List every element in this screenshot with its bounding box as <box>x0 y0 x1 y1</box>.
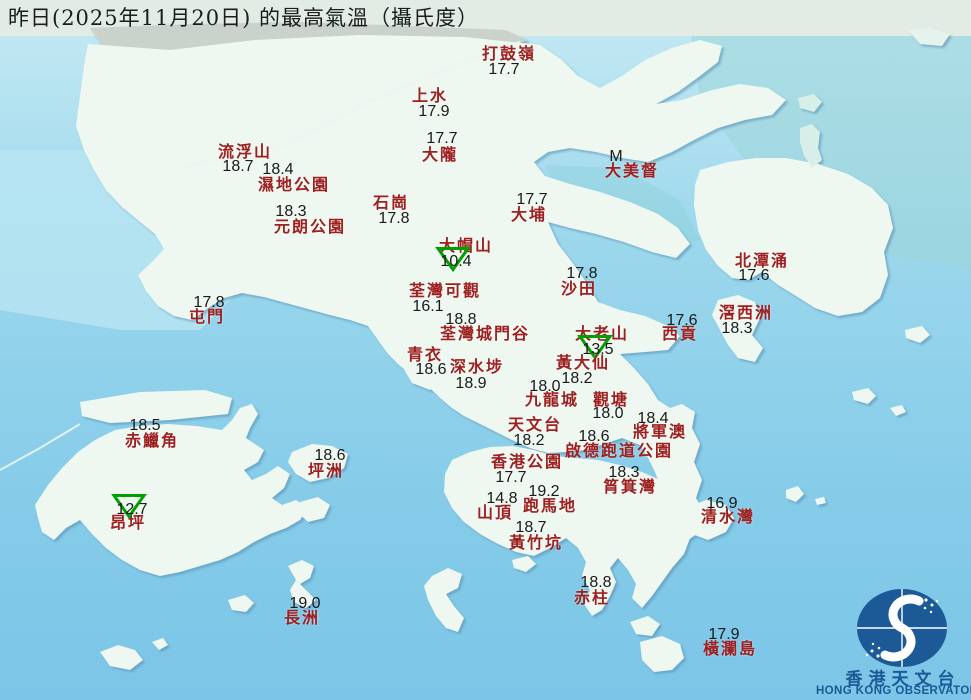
station-name: 大埔 <box>510 205 548 224</box>
station-value: 16.9 <box>706 495 738 512</box>
station-value: 14.8 <box>486 490 518 507</box>
station-name: 元朗公園 <box>273 217 347 236</box>
station-name: 荃灣可觀 <box>408 281 482 300</box>
station-value: 18.7 <box>515 519 547 536</box>
station-name: 深水埗 <box>449 357 505 376</box>
station-value: 17.8 <box>193 294 225 311</box>
station-name: 上水 <box>411 86 449 105</box>
station-value: 18.6 <box>314 447 346 464</box>
station-name: 黃竹坑 <box>508 533 564 552</box>
weather-map: 昨日(2025年11月20日) 的最高氣溫（攝氏度） 打鼓嶺 17.7 上水 17.9… <box>0 0 971 700</box>
station-name: 石崗 <box>372 193 410 212</box>
station-name: 黃大仙 <box>555 353 611 372</box>
station-value: 17.7 <box>495 469 527 486</box>
station-value: 18.4 <box>637 410 669 427</box>
station-value: 18.7 <box>222 158 254 175</box>
station-value: 18.3 <box>275 203 307 220</box>
station-value: 18.2 <box>561 370 593 387</box>
station-value: 17.7 <box>488 61 520 78</box>
station-value: 17.8 <box>378 210 410 227</box>
station-value: 18.8 <box>445 311 477 328</box>
station-name: 香港公園 <box>490 452 564 471</box>
station-name: 橫瀾島 <box>702 639 758 658</box>
station-value: 18.3 <box>608 464 640 481</box>
station-name: 天文台 <box>507 415 563 434</box>
station-name: 荃灣城門谷 <box>439 324 531 343</box>
station-value: 18.0 <box>529 378 561 395</box>
station-name: 沙田 <box>560 279 598 298</box>
station-value: 19.0 <box>289 595 321 612</box>
hong-kong-map-image <box>0 0 971 700</box>
station-name: 坪洲 <box>307 461 345 480</box>
station-name: 長洲 <box>283 608 321 627</box>
station-name: 跑馬地 <box>522 496 578 515</box>
station-name: 赤鱲角 <box>124 431 180 450</box>
station-name: 濕地公園 <box>257 175 331 194</box>
station-value: 17.9 <box>418 103 450 120</box>
station-value: 18.2 <box>513 432 545 449</box>
station-value: 18.3 <box>721 320 753 337</box>
station-name: 山頂 <box>476 503 514 522</box>
station-value: 18.6 <box>415 361 447 378</box>
station-value: 12.7 <box>116 501 148 518</box>
station-name: 啟德跑道公園 <box>564 441 674 460</box>
station-value: 19.2 <box>528 483 560 500</box>
station-value: 18.5 <box>129 417 161 434</box>
station-value: 18.0 <box>592 405 624 422</box>
station-value: 18.8 <box>580 574 612 591</box>
station-value: 18.4 <box>262 161 294 178</box>
station-name: 大美督 <box>604 161 660 180</box>
station-name: 筲箕灣 <box>602 477 658 496</box>
station-value: 17.6 <box>666 312 698 329</box>
station-name: 赤柱 <box>573 588 611 607</box>
station-value: 17.7 <box>426 130 458 147</box>
station-name: 打鼓嶺 <box>481 44 537 63</box>
page-title: 昨日(2025年11月20日) 的最高氣溫（攝氏度） <box>8 6 479 30</box>
station-value: M <box>609 148 623 165</box>
station-name: 屯門 <box>188 307 226 326</box>
station-value: 17.8 <box>566 265 598 282</box>
station-name: 大隴 <box>421 145 459 164</box>
station-value: 10.4 <box>440 253 472 270</box>
station-name: 滘西洲 <box>718 303 774 322</box>
hko-logo <box>857 589 947 667</box>
station-value: 17.9 <box>708 626 740 643</box>
station-value: 17.6 <box>738 267 770 284</box>
station-value: 17.7 <box>516 191 548 208</box>
station-value: 18.6 <box>578 428 610 445</box>
hko-logo-name-en: HONG KONG OBSERVATORY <box>815 685 971 697</box>
station-value: 18.9 <box>455 375 487 392</box>
station-value: 16.1 <box>412 298 444 315</box>
